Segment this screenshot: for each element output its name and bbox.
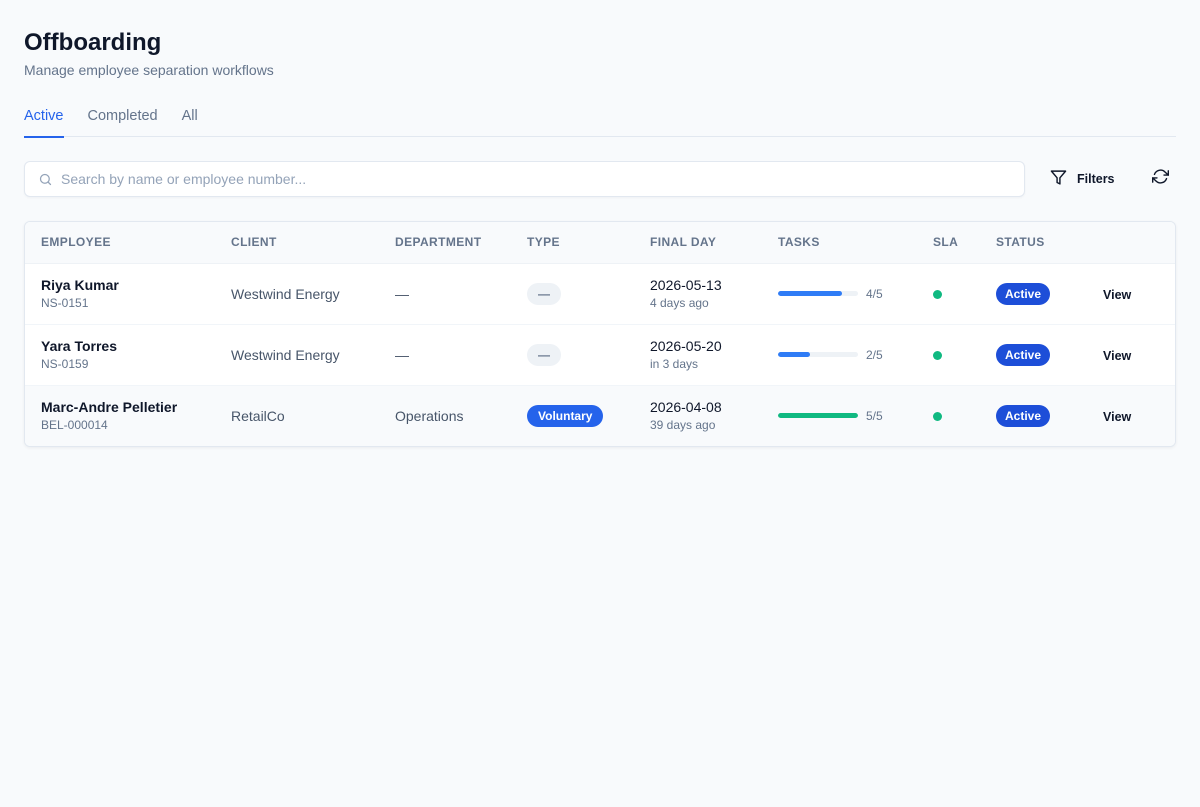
col-tasks: TASKS [762,222,917,264]
search-input[interactable] [61,171,961,187]
tasks-progress-fill [778,291,842,296]
client-cell: RetailCo [215,385,379,446]
table-row[interactable]: Marc-Andre Pelletier BEL-000014 RetailCo… [25,385,1175,446]
status-cell: Active [980,263,1087,325]
department-cell: — [379,324,511,386]
tasks-progress-fill [778,413,858,419]
actions-cell: View [1087,263,1175,325]
page-title: Offboarding [24,29,162,56]
actions-cell: View [1087,385,1175,446]
filters-button[interactable]: Filters [1048,161,1117,197]
toolbar: Filters [24,161,1176,197]
col-actions [1087,222,1175,264]
offboarding-page: Offboarding Manage employee separation w… [0,0,1200,807]
tasks-cell: 5/5 [762,385,917,446]
department-cell: Operations [379,385,511,446]
sla-cell [917,324,980,386]
status-badge: Active [996,404,1051,427]
type-cell: — [511,263,634,325]
tasks-count: 2/5 [866,347,883,362]
search-box [24,161,1025,197]
view-button[interactable]: View [1103,288,1131,302]
sla-indicator [933,289,942,299]
final-day-relative: 4 days ago [650,296,709,310]
actions-cell: View [1087,324,1175,386]
sla-cell [917,263,980,325]
tasks-progress-bar [778,352,858,357]
employee-name: Riya Kumar [41,277,119,293]
tasks-cell: 2/5 [762,324,917,386]
sla-cell [917,385,980,446]
status-badge: Active [996,343,1051,366]
refresh-button[interactable] [1151,161,1171,197]
final-day-date: 2026-05-13 [650,277,722,293]
type-cell: — [511,324,634,386]
table-header-row: EMPLOYEE CLIENT DEPARTMENT TYPE FINAL DA… [25,222,1175,264]
tasks-cell: 4/5 [762,263,917,325]
refresh-icon [1152,168,1170,190]
type-badge: — [527,343,561,366]
status-cell: Active [980,324,1087,386]
table-row[interactable]: Riya Kumar NS-0151 Westwind Energy — — 2… [25,263,1175,325]
sla-indicator [933,350,942,360]
employee-number: NS-0151 [41,296,89,310]
type-cell: Voluntary [511,385,634,446]
col-status: STATUS [980,222,1087,264]
col-type: TYPE [511,222,634,264]
tab-active[interactable]: Active [24,104,64,138]
status-badge: Active [996,282,1051,305]
final-day-cell: 2026-05-13 4 days ago [634,263,762,325]
status-tabs: Active Completed All [24,104,1176,138]
tasks-progress-bar [778,413,858,419]
final-day-relative: 39 days ago [650,418,716,433]
table-row[interactable]: Yara Torres NS-0159 Westwind Energy — — … [25,324,1175,386]
view-button[interactable]: View [1103,349,1131,363]
status-cell: Active [980,385,1087,446]
tasks-count: 5/5 [866,408,883,423]
client-cell: Westwind Energy [215,324,379,386]
final-day-cell: 2026-04-08 39 days ago [634,385,762,446]
tab-completed[interactable]: Completed [88,104,158,137]
type-badge: Voluntary [527,404,604,427]
final-day-cell: 2026-05-20 in 3 days [634,324,762,386]
page-subtitle: Manage employee separation workflows [24,62,274,78]
final-day-date: 2026-05-20 [650,338,722,354]
col-sla: SLA [917,222,980,264]
employee-name: Yara Torres [41,338,118,354]
employee-name: Marc-Andre Pelletier [41,399,178,416]
employee-cell: Riya Kumar NS-0151 [25,263,215,325]
employee-number: BEL-000014 [41,418,108,433]
final-day-relative: in 3 days [650,357,699,371]
col-department: DEPARTMENT [379,222,511,264]
final-day-date: 2026-04-08 [650,399,722,416]
tasks-count: 4/5 [866,286,883,301]
employee-cell: Yara Torres NS-0159 [25,324,215,386]
search-icon [37,171,53,187]
employee-number: NS-0159 [41,357,89,371]
offboarding-table: EMPLOYEE CLIENT DEPARTMENT TYPE FINAL DA… [24,221,1176,447]
client-cell: Westwind Energy [215,263,379,325]
tasks-progress-fill [778,352,810,357]
col-employee: EMPLOYEE [25,222,215,264]
view-button[interactable]: View [1103,410,1131,424]
tasks-progress-bar [778,291,858,296]
employee-cell: Marc-Andre Pelletier BEL-000014 [25,385,215,446]
col-final-day: FINAL DAY [634,222,762,264]
department-cell: — [379,263,511,325]
tab-all[interactable]: All [182,104,198,137]
type-badge: — [527,282,561,305]
col-client: CLIENT [215,222,379,264]
sla-indicator [933,411,942,421]
filters-label: Filters [1077,172,1115,186]
filter-icon [1050,169,1067,189]
